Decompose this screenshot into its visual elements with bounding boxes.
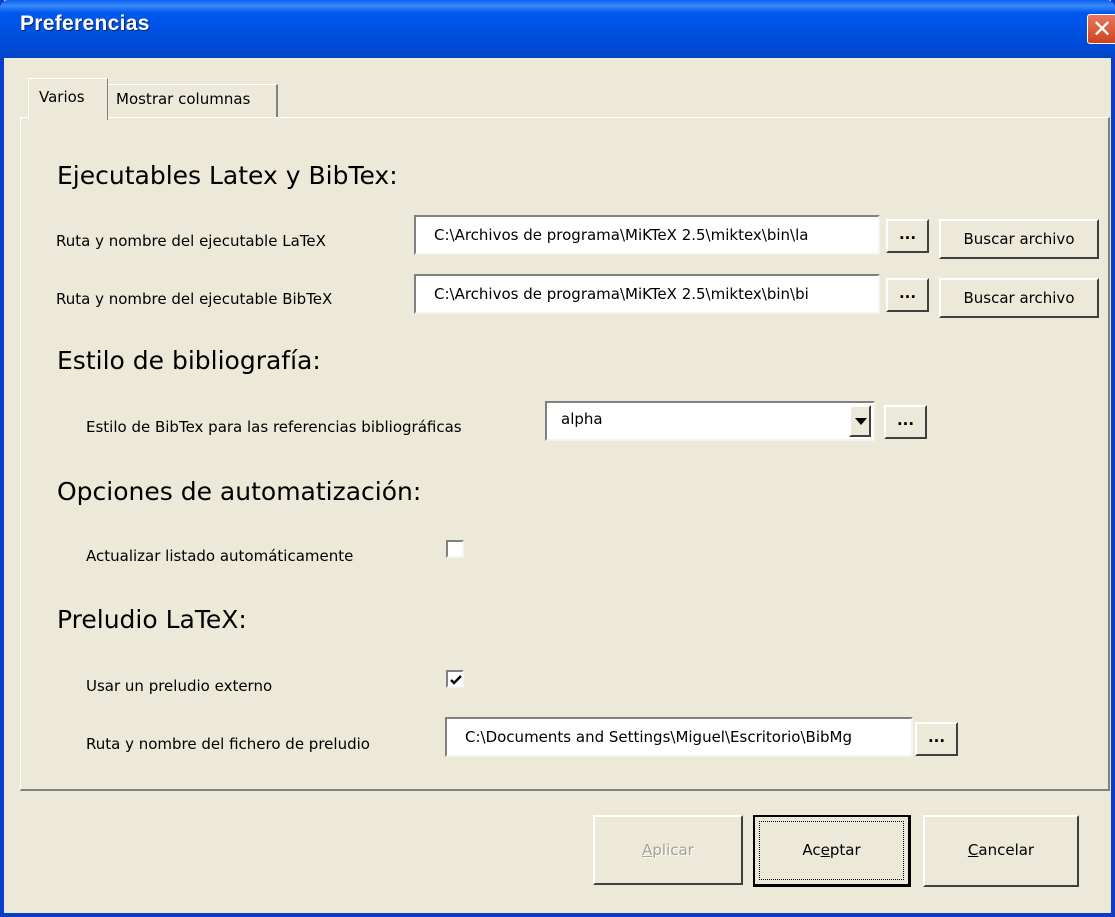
window-title: Preferencias: [20, 12, 150, 35]
apply-button-mnemonic: A: [642, 841, 653, 859]
latex-browse-button[interactable]: Buscar archivo: [939, 219, 1099, 259]
title-bar: Preferencias ✕: [0, 0, 1115, 58]
auto-update-label: Actualizar listado automáticamente: [86, 547, 354, 565]
bibtex-browse-button[interactable]: Buscar archivo: [939, 278, 1099, 318]
latex-browse-dots-button[interactable]: ...: [886, 219, 929, 253]
apply-button[interactable]: Aplicar: [593, 815, 743, 885]
tab-varios[interactable]: Varios: [28, 78, 108, 120]
cancel-button[interactable]: Cancelar: [923, 815, 1079, 887]
close-icon: ✕: [1091, 15, 1113, 43]
bibtex-style-value: alpha: [561, 410, 603, 428]
cancel-button-mnemonic: C: [967, 841, 979, 859]
ok-button[interactable]: Aceptar: [753, 815, 911, 887]
apply-button-label-suffix: plicar: [652, 841, 694, 859]
cancel-button-label-suffix: ancelar: [978, 841, 1035, 859]
section-heading-bibliography: Estilo de bibliografía:: [57, 346, 321, 375]
focus-ring: [759, 821, 904, 880]
checkmark-icon: [450, 675, 462, 685]
bibtex-style-dots-button[interactable]: ...: [884, 405, 927, 439]
chevron-down-icon: [855, 418, 867, 425]
prelude-file-dots-button[interactable]: ...: [915, 722, 958, 756]
prelude-file-label: Ruta y nombre del fichero de preludio: [86, 735, 370, 753]
dropdown-button[interactable]: [849, 405, 871, 437]
bibtex-style-label: Estilo de BibTex para las referencias bi…: [86, 418, 462, 436]
tab-mostrar-columnas[interactable]: Mostrar columnas: [106, 84, 278, 118]
section-heading-prelude: Preludio LaTeX:: [57, 605, 247, 634]
external-prelude-checkbox[interactable]: [446, 670, 464, 688]
latex-path-input[interactable]: C:\Archivos de programa\MiKTeX 2.5\mikte…: [414, 215, 880, 255]
bibtex-browse-dots-button[interactable]: ...: [886, 278, 929, 312]
bibtex-path-input[interactable]: C:\Archivos de programa\MiKTeX 2.5\mikte…: [414, 274, 880, 314]
bibtex-path-label: Ruta y nombre del ejecutable BibTeX: [56, 290, 333, 308]
close-button[interactable]: ✕: [1087, 14, 1115, 44]
bibtex-style-select[interactable]: alpha: [545, 401, 875, 441]
section-heading-automation: Opciones de automatización:: [57, 477, 422, 506]
latex-path-label: Ruta y nombre del ejecutable LaTeX: [56, 232, 326, 250]
prelude-file-input[interactable]: C:\Documents and Settings\Miguel\Escrito…: [445, 717, 913, 757]
external-prelude-label: Usar un preludio externo: [86, 677, 273, 695]
auto-update-checkbox[interactable]: [446, 540, 464, 558]
section-heading-executables: Ejecutables Latex y BibTex:: [57, 161, 398, 190]
